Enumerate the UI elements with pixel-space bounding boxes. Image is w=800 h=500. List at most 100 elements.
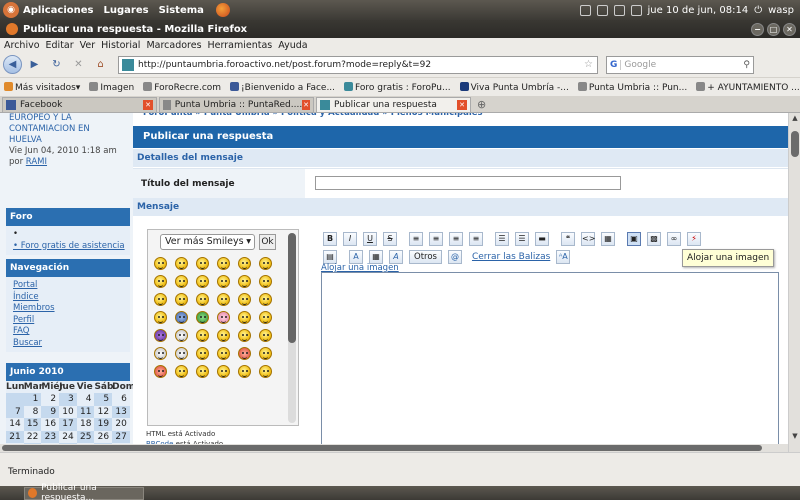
menu-sistema[interactable]: Sistema — [159, 5, 204, 16]
titulo-input[interactable] — [315, 176, 621, 190]
tab-punta-umbria[interactable]: Punta Umbria :: PuntaRed.... ✕ — [159, 97, 314, 112]
reload-icon[interactable]: ↻ — [47, 55, 66, 74]
smiley-icon[interactable] — [196, 311, 209, 324]
tab-close-icon[interactable]: ✕ — [302, 100, 310, 110]
list-bulleted-icon[interactable]: ☰ — [495, 232, 509, 246]
forward-arrow-icon[interactable]: ▶ — [25, 55, 44, 74]
image-icon[interactable]: ▩ — [647, 232, 661, 246]
page-horizontal-scrollbar[interactable] — [0, 444, 788, 452]
host-image-icon[interactable]: ▣ — [627, 232, 641, 246]
smiley-icon[interactable] — [238, 365, 251, 378]
search-placeholder[interactable]: Google — [624, 60, 656, 70]
smileys-scrollbar[interactable] — [288, 233, 296, 423]
smiley-icon[interactable] — [238, 311, 251, 324]
power-icon[interactable]: ⏻ — [754, 5, 762, 16]
calendar-day[interactable]: 13 — [112, 405, 130, 419]
smiley-icon[interactable] — [217, 293, 230, 306]
nav-link-miembros[interactable]: Miembros — [13, 303, 126, 315]
smiley-icon[interactable] — [154, 293, 167, 306]
strikethrough-icon[interactable]: S — [383, 232, 397, 246]
calendar-day[interactable]: 7 — [6, 405, 24, 419]
tab-close-icon[interactable]: ✕ — [457, 100, 467, 110]
bookmark-foro-gratis[interactable]: Foro gratis : ForoPu... — [344, 81, 451, 93]
list-numbered-icon[interactable]: ☰ — [515, 232, 529, 246]
recent-post-title-line[interactable]: CONTAMIACION EN — [9, 124, 117, 135]
calendar-day[interactable]: 3 — [59, 393, 77, 406]
smiley-icon[interactable] — [175, 329, 188, 342]
smiley-icon[interactable] — [238, 275, 251, 288]
font-face-icon[interactable]: A — [389, 250, 403, 264]
calendar-day[interactable]: 10 — [59, 406, 77, 418]
smiley-icon[interactable] — [238, 329, 251, 342]
taskbar-window-button[interactable]: Publicar una respuesta... — [24, 483, 144, 500]
menu-ver[interactable]: Ver — [80, 40, 96, 51]
calendar-day[interactable]: 5 — [94, 393, 113, 406]
smiley-icon[interactable] — [154, 311, 167, 324]
calendar-day[interactable]: 4 — [77, 393, 95, 405]
home-icon[interactable]: ⌂ — [91, 55, 110, 74]
smiley-icon[interactable] — [154, 275, 167, 288]
calendar-day[interactable]: 27 — [112, 430, 130, 443]
calendar-day[interactable]: 21 — [6, 430, 24, 443]
network-icon[interactable] — [579, 4, 591, 16]
smiley-icon[interactable] — [259, 347, 272, 360]
bookmark-facebook[interactable]: ¡Bienvenido a Face... — [230, 81, 335, 93]
smiley-icon[interactable] — [259, 329, 272, 342]
smiley-icon[interactable] — [217, 347, 230, 360]
calendar-day[interactable]: 1 — [23, 393, 42, 406]
smiley-icon[interactable] — [154, 257, 167, 270]
bookmark-star-icon[interactable]: ☆ — [584, 59, 597, 70]
code-icon[interactable]: <> — [581, 232, 595, 246]
smiley-icon[interactable] — [196, 275, 209, 288]
message-editor[interactable] — [321, 272, 779, 445]
link-icon[interactable]: ∞ — [667, 232, 681, 246]
search-magnifier-icon[interactable]: ⚲ — [743, 60, 753, 70]
calendar-day[interactable]: 17 — [59, 418, 77, 431]
nav-link-buscar[interactable]: Buscar — [13, 338, 126, 350]
horizontal-scroll-thumb[interactable] — [2, 445, 762, 451]
smiley-icon[interactable] — [217, 329, 230, 342]
smiley-icon[interactable] — [217, 311, 230, 324]
clear-tags-link[interactable]: Cerrar las Balizas — [472, 252, 550, 262]
align-justify-icon[interactable]: ≡ — [469, 232, 483, 246]
username[interactable]: wasp — [768, 5, 794, 16]
smiley-icon[interactable] — [196, 347, 209, 360]
smiley-icon[interactable] — [196, 329, 209, 342]
breadcrumb[interactable]: ForoPunta » Punta Umbría » Política y Ac… — [133, 113, 788, 122]
menu-ayuda[interactable]: Ayuda — [278, 40, 307, 51]
calendar-day[interactable]: 19 — [94, 418, 113, 431]
smiley-icon[interactable] — [175, 347, 188, 360]
align-left-icon[interactable]: ≡ — [409, 232, 423, 246]
quote-icon[interactable]: ❝ — [561, 232, 575, 246]
flash-icon[interactable]: ⚡ — [687, 232, 701, 246]
switch-editor-icon[interactable]: ᴬA — [556, 250, 571, 264]
font-size-icon[interactable]: A — [349, 250, 363, 264]
calendar-day[interactable]: 12 — [94, 406, 112, 418]
menu-archivo[interactable]: Archivo — [4, 40, 40, 51]
smiley-icon[interactable] — [154, 329, 167, 342]
bookmark-most-visited[interactable]: Más visitados▾ — [4, 81, 80, 93]
battery-icon[interactable] — [596, 4, 608, 16]
recent-post-title-line[interactable]: HUELVA — [9, 135, 117, 146]
calendar-day[interactable]: 18 — [77, 418, 95, 430]
tab-facebook[interactable]: Facebook ✕ — [2, 97, 157, 112]
smiley-icon[interactable] — [175, 257, 188, 270]
calendar-day[interactable]: 26 — [94, 431, 112, 443]
ubuntu-logo-icon[interactable]: ◉ — [3, 2, 19, 18]
menu-herramientas[interactable]: Herramientas — [208, 40, 273, 51]
smiley-icon[interactable] — [259, 311, 272, 324]
table-icon[interactable]: ▦ — [601, 232, 615, 246]
bookmark-viva-punta[interactable]: Viva Punta Umbría -... — [459, 81, 569, 93]
calendar-day[interactable]: 20 — [112, 418, 130, 430]
smiley-icon[interactable] — [238, 293, 251, 306]
menu-historial[interactable]: Historial — [101, 40, 140, 51]
smiley-icon[interactable] — [259, 275, 272, 288]
calendar-day[interactable]: 9 — [41, 405, 60, 419]
url-text[interactable]: http://puntaumbria.foroactivo.net/post.f… — [138, 60, 431, 70]
underline-icon[interactable]: U — [363, 232, 377, 246]
bookmark-ayuntamiento[interactable]: + AYUNTAMIENTO ... — [696, 81, 800, 93]
menu-lugares[interactable]: Lugares — [104, 5, 149, 16]
maximize-button[interactable]: □ — [767, 22, 780, 36]
nav-link-portal[interactable]: Portal — [13, 280, 126, 292]
smiley-icon[interactable] — [259, 365, 272, 378]
